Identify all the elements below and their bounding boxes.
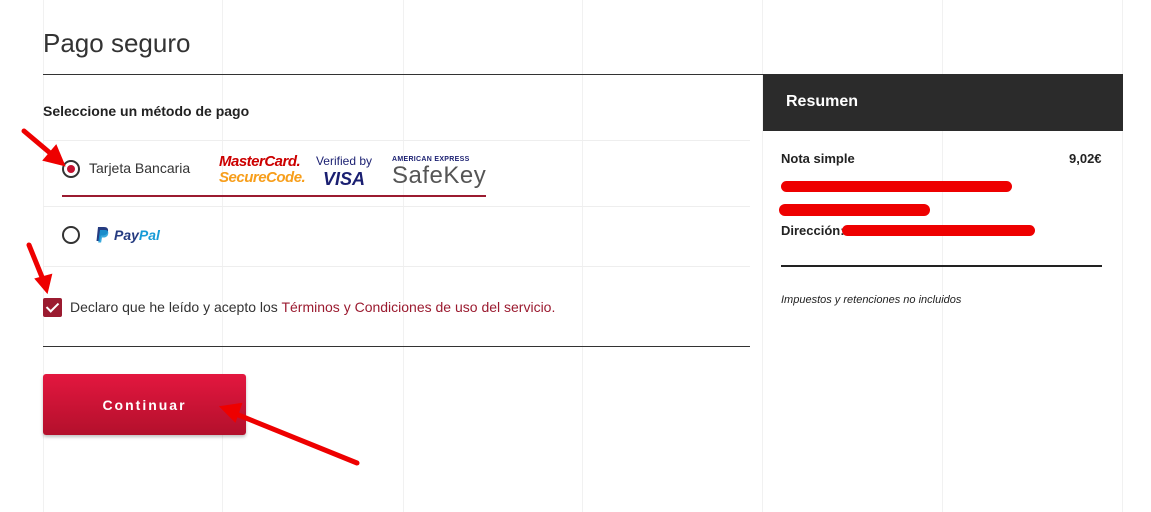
grid-line xyxy=(582,0,583,512)
arrow-head xyxy=(42,144,66,167)
paypal-logo[interactable]: PayPal xyxy=(94,226,160,244)
summary-item-price: 9,02€ xyxy=(1069,151,1102,166)
redaction-mark xyxy=(842,225,1035,236)
summary-note: Impuestos y retenciones no incluidos xyxy=(781,294,962,306)
grid-line xyxy=(403,0,404,512)
divider xyxy=(43,346,750,347)
page-title: Pago seguro xyxy=(43,28,191,58)
terms-label: Declaro que he leído y acepto los xyxy=(70,299,278,315)
amex-safekey-logo: AMERICAN EXPRESS SafeKey xyxy=(392,156,486,190)
payment-option-card-label[interactable]: Tarjeta Bancaria xyxy=(89,160,190,176)
arrow-annotation xyxy=(21,128,59,161)
verified-by-visa-logo: Verified by VISA xyxy=(314,154,374,190)
divider xyxy=(43,266,750,267)
paypal-text-pal: Pal xyxy=(138,227,160,243)
mastercard-logo-text: MasterCard. xyxy=(219,153,301,170)
radio-card[interactable] xyxy=(62,160,80,178)
paypal-text: PayPal xyxy=(114,227,160,243)
terms-checkbox[interactable] xyxy=(43,298,62,317)
terms-text: Declaro que he leído y acepto los Términ… xyxy=(70,299,555,315)
summary-title: Resumen xyxy=(786,93,859,110)
summary-address-label: Dirección: xyxy=(781,223,845,238)
summary-item-label: Nota simple xyxy=(781,151,855,166)
continue-button[interactable]: Continuar xyxy=(43,374,246,435)
divider xyxy=(781,265,1102,267)
paypal-text-pay: Pay xyxy=(114,227,139,243)
safekey-text: SafeKey xyxy=(392,162,487,189)
mastercard-securecode-logo: MasterCard. SecureCode. xyxy=(219,153,306,186)
securecode-logo-text: SecureCode. xyxy=(219,169,306,186)
radio-paypal[interactable] xyxy=(62,226,80,244)
terms-link[interactable]: Términos y Condiciones de uso del servic… xyxy=(281,299,555,315)
selected-option-underline xyxy=(62,195,486,197)
redaction-mark xyxy=(781,181,1012,192)
divider xyxy=(43,140,750,141)
summary-header: Resumen xyxy=(763,74,1123,131)
arrow-annotation xyxy=(26,242,47,285)
paypal-icon xyxy=(96,227,109,243)
verified-by-text: Verified by xyxy=(315,154,373,168)
visa-text: VISA xyxy=(322,169,365,189)
grid-line xyxy=(222,0,223,512)
divider xyxy=(43,74,763,75)
divider xyxy=(43,206,750,207)
grid-line xyxy=(43,0,44,512)
redaction-mark xyxy=(779,204,930,216)
arrow-annotation xyxy=(233,411,360,466)
payment-method-heading: Seleccione un método de pago xyxy=(43,103,250,119)
